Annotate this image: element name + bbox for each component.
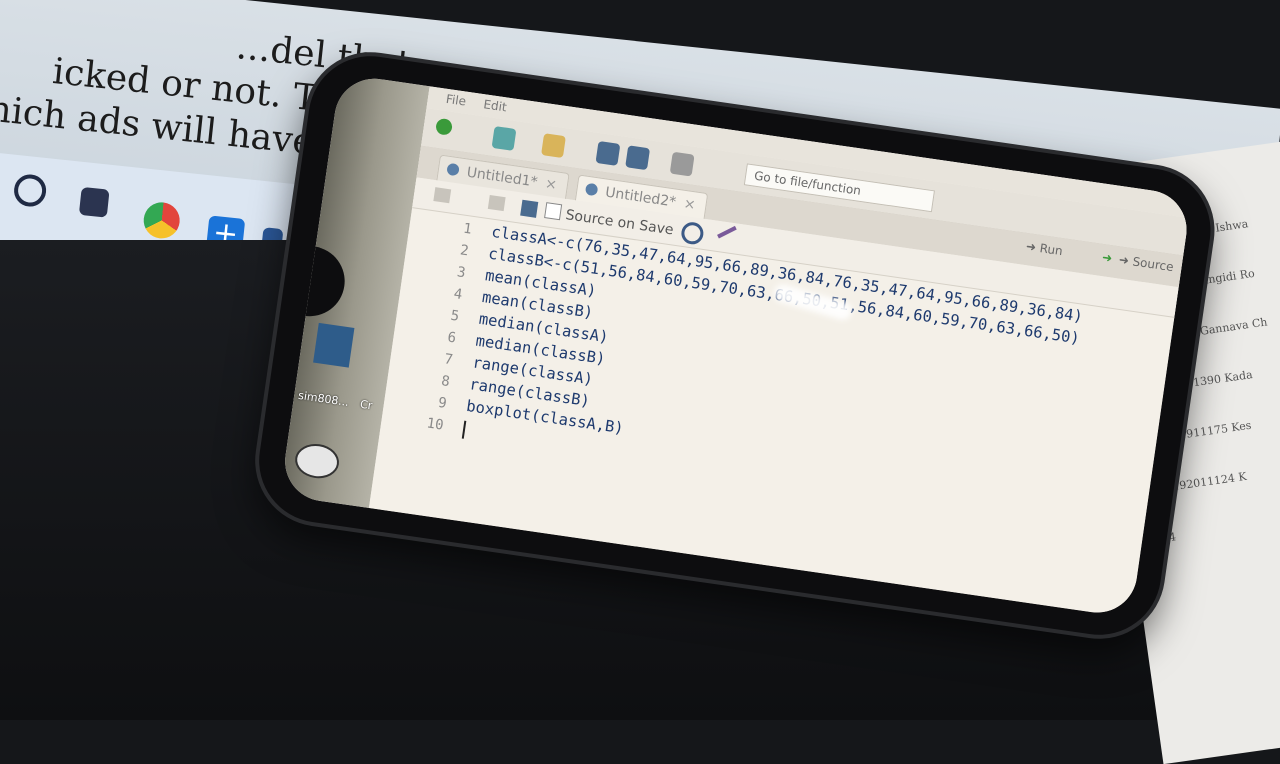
close-icon[interactable]: × — [683, 196, 697, 214]
save-all-icon[interactable] — [625, 145, 651, 171]
code-tools-icon[interactable] — [717, 225, 737, 239]
save-icon[interactable] — [520, 199, 539, 218]
r-file-icon — [584, 182, 599, 197]
shortcut-label: sim808... Cr — [297, 389, 373, 413]
text-cursor — [461, 420, 467, 439]
r-file-icon — [446, 162, 460, 177]
goto-placeholder: Go to file/function — [753, 168, 862, 198]
print-icon[interactable] — [669, 151, 695, 177]
back-arrow-icon[interactable] — [433, 187, 452, 204]
menu-file[interactable]: File — [445, 92, 467, 109]
paper-name: K — [1237, 469, 1248, 484]
save-icon[interactable] — [595, 140, 621, 166]
line-number: 7 — [443, 351, 454, 369]
search-icon[interactable] — [679, 220, 705, 246]
search-icon[interactable] — [12, 172, 48, 209]
new-file-icon[interactable] — [434, 117, 454, 136]
line-number: 2 — [459, 242, 470, 260]
rerun-icon[interactable]: ➜ — [1101, 250, 1113, 265]
paper-name: Kes — [1230, 418, 1253, 435]
line-number: 1 — [462, 220, 473, 238]
task-view-icon[interactable] — [78, 186, 110, 218]
show-in-window-icon[interactable] — [487, 195, 506, 212]
paper-name: Kada — [1223, 368, 1254, 385]
open-project-icon[interactable] — [491, 125, 517, 151]
close-icon[interactable]: × — [544, 176, 558, 194]
app-shortcut-icon[interactable] — [313, 322, 355, 368]
line-number: 4 — [452, 285, 464, 304]
line-number: 9 — [437, 394, 448, 412]
line-number: 3 — [455, 264, 467, 282]
menu-edit[interactable]: Edit — [483, 97, 508, 114]
shortcut-label-text-2: Cr — [359, 397, 374, 413]
paper-id: 192011124 — [1171, 471, 1236, 494]
chrome-icon[interactable] — [141, 200, 182, 241]
eye-icon — [292, 441, 342, 482]
line-number: 5 — [449, 307, 461, 325]
line-number: 6 — [446, 329, 458, 347]
phone-screen: sim808... Cr File Edit Go to file/functi… — [279, 73, 1192, 618]
rstudio-window: File Edit Go to file/function Untitled1*… — [368, 86, 1192, 618]
paper-name: Gannava Ch — [1199, 315, 1269, 338]
line-number: 8 — [440, 373, 451, 391]
open-file-icon[interactable] — [541, 133, 566, 159]
shortcut-label-text: sim808... — [297, 388, 350, 409]
checkbox-icon[interactable] — [544, 202, 563, 221]
line-number: 10 — [425, 415, 445, 434]
